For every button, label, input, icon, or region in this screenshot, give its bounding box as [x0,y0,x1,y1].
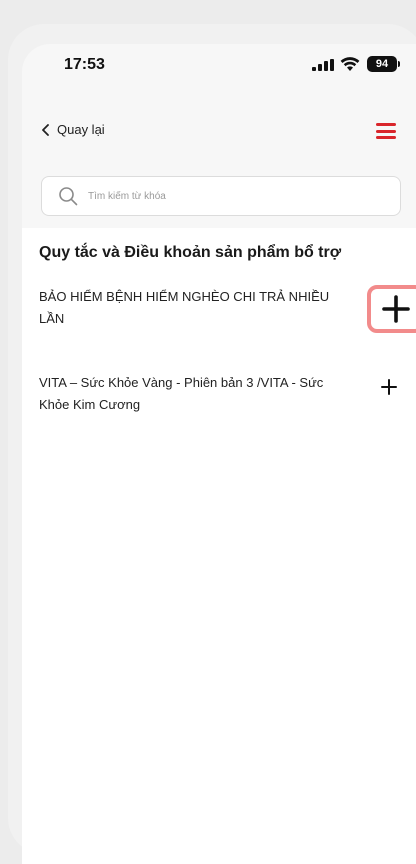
battery-icon: 94 [367,56,400,72]
signal-icon [312,59,334,71]
expand-button[interactable] [367,285,416,333]
expand-button[interactable] [380,378,398,396]
plus-icon [381,379,397,395]
device-frame: 17:53 94 Quay lại Tìm kiếm từ khóa Quy t… [8,24,416,864]
back-button[interactable]: Quay lại [41,122,105,137]
chevron-left-icon [42,123,49,136]
list-item-critical-illness[interactable]: BẢO HIỂM BỆNH HIỂM NGHÈO CHI TRẢ NHIỀU L… [39,286,349,330]
status-time: 17:53 [64,56,105,73]
app-screen: 17:53 94 Quay lại Tìm kiếm từ khóa Quy t… [22,44,416,864]
search-input[interactable] [88,190,388,202]
status-bar: 17:53 94 [22,44,416,94]
list-item-vita[interactable]: VITA – Sức Khỏe Vàng - Phiên bản 3 /VITA… [39,372,349,416]
back-label: Quay lại [57,122,105,137]
plus-icon [382,295,410,323]
search-box[interactable] [41,176,401,216]
terms-section: Quy tắc và Điều khoản sản phẩm bổ trợ BẢ… [22,228,416,864]
hamburger-menu-icon[interactable] [376,123,396,139]
wifi-icon [340,57,360,71]
search-icon [59,187,78,206]
section-title: Quy tắc và Điều khoản sản phẩm bổ trợ [39,244,342,261]
